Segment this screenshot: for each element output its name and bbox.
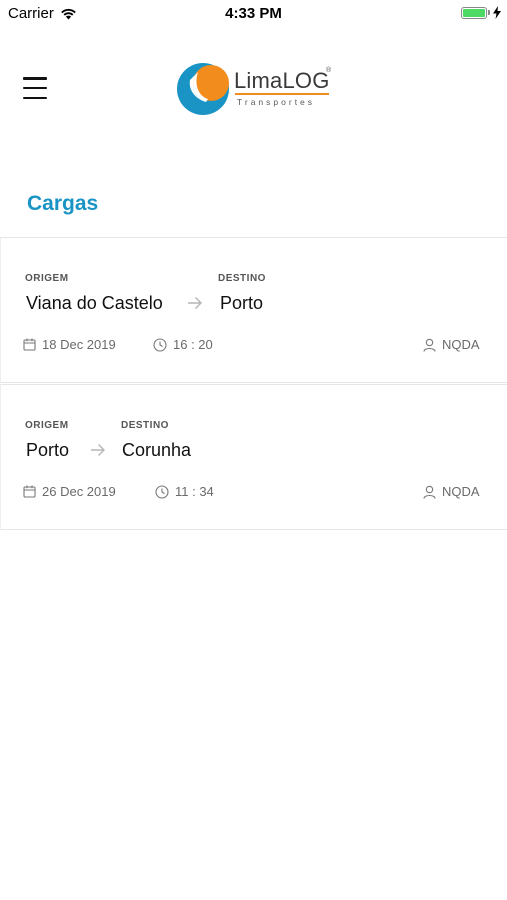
origem-label: ORIGEM [25, 420, 69, 431]
arrow-right-icon [91, 444, 105, 456]
battery [461, 6, 501, 19]
logo-underline [235, 93, 329, 95]
user-info: NQDA [423, 337, 480, 352]
user-icon [423, 338, 436, 352]
time-info: 11 : 34 [155, 484, 214, 499]
origem-city: Viana do Castelo [26, 293, 163, 313]
arrow-right-icon [188, 297, 202, 309]
logo-subtitle: Transportes [237, 97, 316, 107]
time-text: 11 : 34 [175, 484, 214, 499]
user-text: NQDA [442, 337, 480, 352]
carga-card[interactable]: ORIGEM DESTINO Porto Corunha 26 Dec 2019… [0, 384, 507, 530]
logo-name: LimaLOG [234, 68, 330, 93]
date-text: 26 Dec 2019 [42, 484, 116, 499]
date-info: 26 Dec 2019 [23, 484, 116, 499]
logo-mark-icon [177, 63, 229, 115]
user-info: NQDA [423, 484, 480, 499]
destino-city: Porto [220, 293, 264, 313]
date-text: 18 Dec 2019 [42, 337, 116, 352]
user-icon [423, 485, 436, 499]
calendar-icon [23, 485, 36, 498]
user-text: NQDA [442, 484, 480, 499]
origem-label: ORIGEM [25, 273, 69, 284]
charging-bolt-icon [493, 6, 501, 19]
origem-city: Porto [26, 440, 70, 460]
destino-label: DESTINO [218, 273, 266, 284]
clock-icon [153, 337, 167, 352]
date-info: 18 Dec 2019 [23, 337, 116, 352]
carga-card[interactable]: ORIGEM DESTINO Viana do Castelo Porto 18… [0, 237, 507, 383]
destino-label: DESTINO [121, 420, 169, 431]
destino-city: Corunha [122, 440, 192, 460]
clock: 4:33 PM [225, 5, 282, 22]
time-info: 16 : 20 [153, 337, 213, 352]
clock-icon [155, 484, 169, 499]
battery-icon [461, 6, 487, 19]
logo-registered: ® [326, 67, 332, 74]
limalog-logo: LimaLOG ® Transportes [176, 62, 336, 116]
time-text: 16 : 20 [173, 337, 213, 352]
page-title: Cargas [27, 192, 99, 215]
status-bar: Carrier 4:33 PM [0, 0, 507, 28]
calendar-icon [23, 338, 36, 351]
hamburger-menu-icon[interactable] [23, 77, 47, 99]
